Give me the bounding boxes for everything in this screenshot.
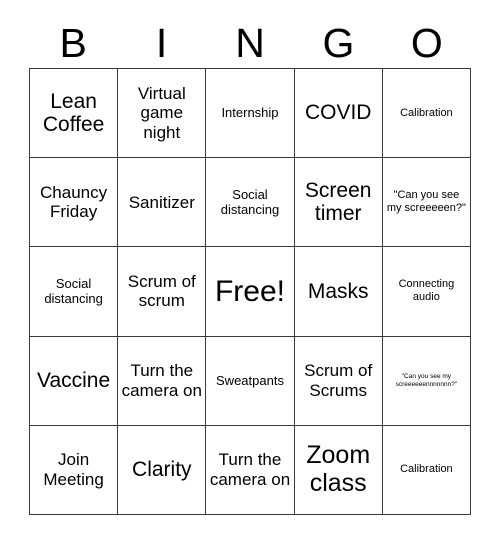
bingo-cell[interactable]: Zoom class	[294, 425, 383, 515]
bingo-cell[interactable]: Connecting audio	[382, 247, 471, 337]
bingo-cell-label: Free!	[214, 274, 285, 308]
bingo-cell[interactable]: Virtual game night	[118, 69, 207, 159]
bingo-cell[interactable]: Turn the camera on	[206, 425, 295, 515]
bingo-cell-label: COVID	[304, 101, 372, 125]
bingo-cell-label: Chauncy Friday	[40, 182, 108, 222]
bingo-cell-label: Vaccine	[37, 368, 111, 392]
bingo-cell-label: Zoom class	[306, 441, 371, 497]
bingo-cell[interactable]: Social distancing	[30, 247, 119, 337]
bingo-cell[interactable]: Calibration	[382, 69, 471, 159]
bingo-cell[interactable]: Masks	[294, 247, 383, 337]
bingo-cell[interactable]: Vaccine	[30, 336, 119, 426]
header-letter-g: G	[322, 19, 355, 66]
bingo-cell[interactable]: Internship	[206, 69, 295, 159]
bingo-cell[interactable]: Screen timer	[294, 158, 383, 248]
bingo-cell-label: Sanitizer	[128, 192, 195, 212]
bingo-cell-label: Connecting audio	[398, 278, 455, 304]
bingo-cell-label: Social distancing	[44, 275, 103, 307]
header-letter-i: I	[155, 19, 168, 66]
bingo-cell[interactable]: Social distancing	[206, 158, 295, 248]
bingo-cell-label: Scrum of Scrums	[304, 361, 373, 400]
bingo-cell-label: Lean Coffee	[42, 89, 105, 137]
bingo-cell-label: Turn the camera on	[209, 450, 291, 489]
bingo-cell[interactable]: Sanitizer	[118, 158, 207, 248]
bingo-cell-label: Join Meeting	[43, 450, 104, 489]
bingo-cell-label: Social distancing	[220, 186, 280, 218]
header-letter-o: O	[410, 19, 443, 66]
bingo-cell[interactable]: Scrum of Scrums	[294, 336, 383, 426]
bingo-card: B I N G O Lean Coffee Virtual game night I…	[0, 0, 500, 544]
bingo-grid: Lean Coffee Virtual game night Internship C…	[29, 68, 471, 515]
bingo-cell[interactable]: Chauncy Friday	[30, 158, 119, 248]
bingo-cell-label: Sweatpants	[216, 372, 284, 388]
bingo-cell[interactable]: Turn the camera on	[118, 336, 207, 426]
bingo-cell-label: Screen timer	[304, 178, 372, 226]
bingo-cell-label: Calibration	[400, 106, 453, 119]
bingo-cell-label: "Can you see my screeeeeennnnnnn?"	[395, 372, 458, 388]
bingo-cell[interactable]: "Can you see my screeeeen?"	[382, 158, 471, 248]
header-letter-b: B	[59, 19, 87, 66]
bingo-cell-label: Virtual game night	[137, 83, 186, 142]
bingo-cell[interactable]: Clarity	[118, 425, 207, 515]
bingo-cell-label: "Can you see my screeeeen?"	[386, 189, 466, 215]
bingo-cell[interactable]: Sweatpants	[206, 336, 295, 426]
bingo-cell-label: Internship	[221, 105, 279, 121]
bingo-cell[interactable]: Scrum of scrum	[118, 247, 207, 337]
bingo-cell-label: Scrum of scrum	[127, 271, 196, 311]
bingo-cell[interactable]: Lean Coffee	[30, 69, 119, 159]
bingo-cell[interactable]: "Can you see my screeeeeennnnnnn?"	[382, 336, 471, 426]
bingo-cell-label: Calibration	[400, 463, 453, 476]
header-letter-n: N	[235, 19, 265, 66]
bingo-cell[interactable]: Join Meeting	[30, 425, 119, 515]
bingo-cell-free[interactable]: Free!	[206, 247, 295, 337]
bingo-cell[interactable]: COVID	[294, 69, 383, 159]
bingo-cell-label: Turn the camera on	[121, 361, 202, 400]
bingo-cell[interactable]: Calibration	[382, 425, 471, 515]
bingo-cell-label: Masks	[307, 279, 369, 303]
bingo-header: B I N G O	[29, 18, 471, 68]
bingo-cell-label: Clarity	[132, 458, 192, 482]
